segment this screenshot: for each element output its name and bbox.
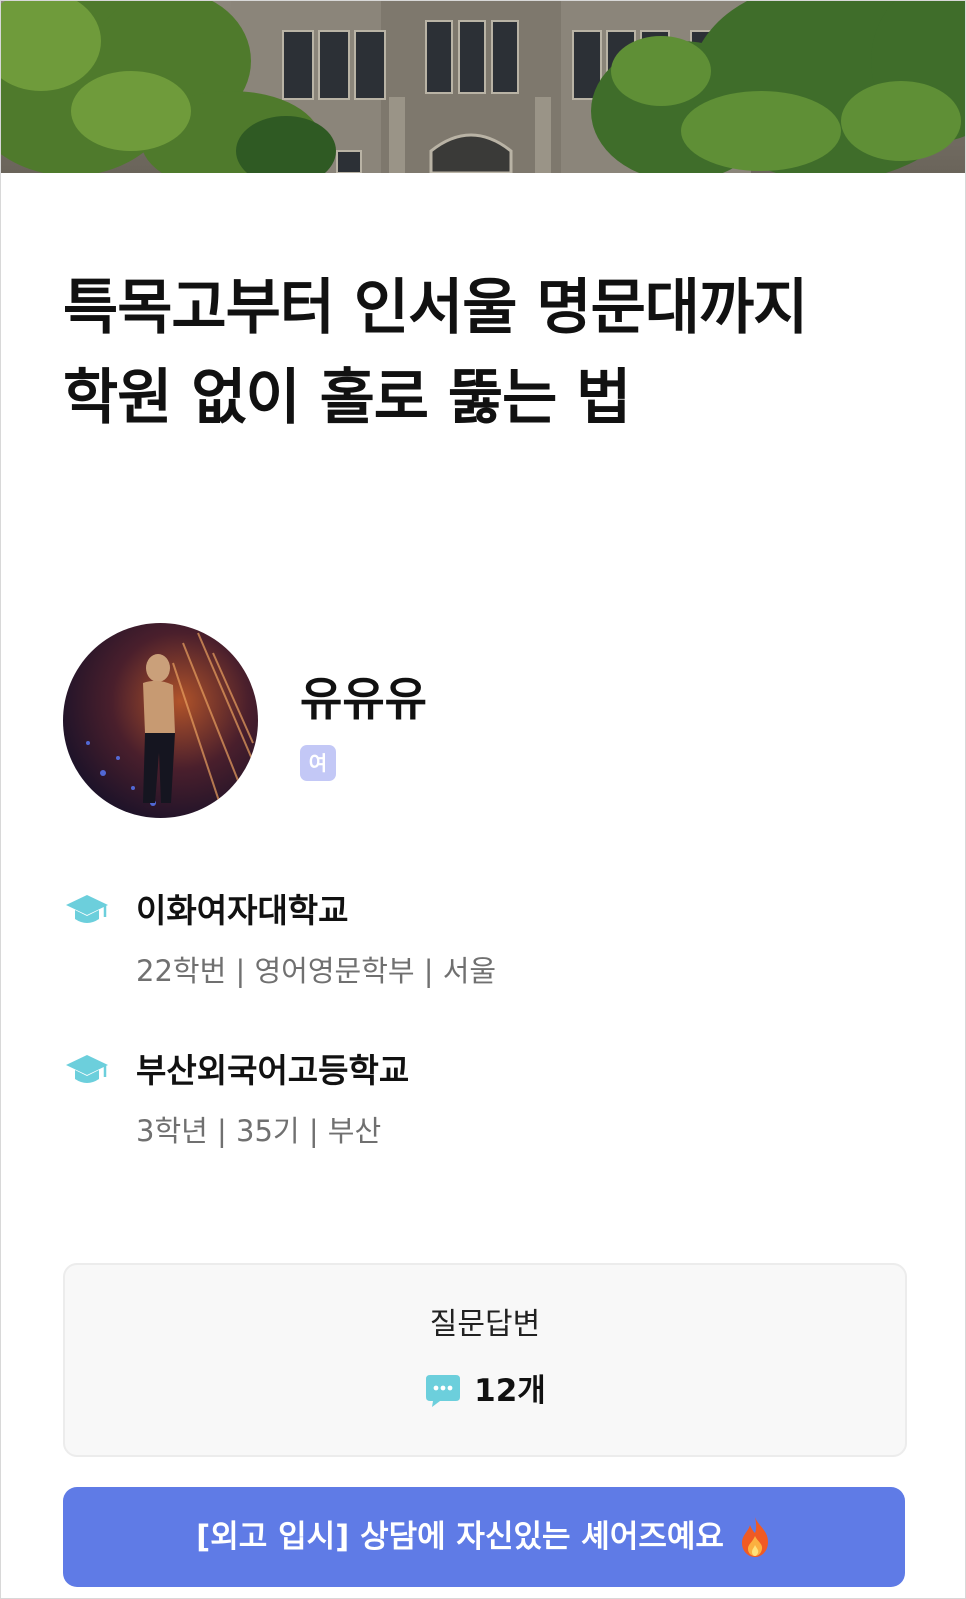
qa-count-row: 12개 [65, 1371, 905, 1411]
profile-name: 유유유 [300, 672, 427, 726]
cta-label: [외고 입시] 상담에 자신있는 셰어즈예요 [196, 1519, 724, 1555]
chat-bubble-icon [426, 1375, 461, 1407]
cover-image [1, 1, 965, 173]
school-detail: 22학번 | 영어영문학부 | 서울 [136, 954, 497, 988]
post-title-line-2: 학원 없이 홀로 뚫는 법 [63, 363, 631, 433]
school-name: 부산외국어고등학교 [136, 1051, 410, 1090]
school-detail: 3학년 | 35기 | 부산 [136, 1114, 382, 1148]
gender-badge: 여 [300, 745, 336, 781]
qa-title: 질문답변 [429, 1307, 541, 1342]
post-title: 특목고부터 인서울 명문대까지 학원 없이 홀로 뚫는 법 [63, 263, 923, 443]
school-name: 이화여자대학교 [136, 891, 349, 930]
consult-cta-button[interactable]: [외고 입시] 상담에 자신있는 셰어즈예요 [63, 1487, 905, 1587]
qa-stats-card[interactable]: 질문답변 12개 [63, 1263, 907, 1457]
fire-icon [741, 1517, 768, 1557]
graduation-cap-icon [66, 1055, 108, 1083]
graduation-cap-icon [66, 895, 108, 923]
qa-count: 12개 [474, 1373, 546, 1409]
profile-page: 특목고부터 인서울 명문대까지 학원 없이 홀로 뚫는 법 유유유 여 이화여자… [0, 0, 966, 1599]
avatar[interactable] [63, 623, 258, 818]
post-title-line-1: 특목고부터 인서울 명문대까지 [63, 273, 808, 343]
